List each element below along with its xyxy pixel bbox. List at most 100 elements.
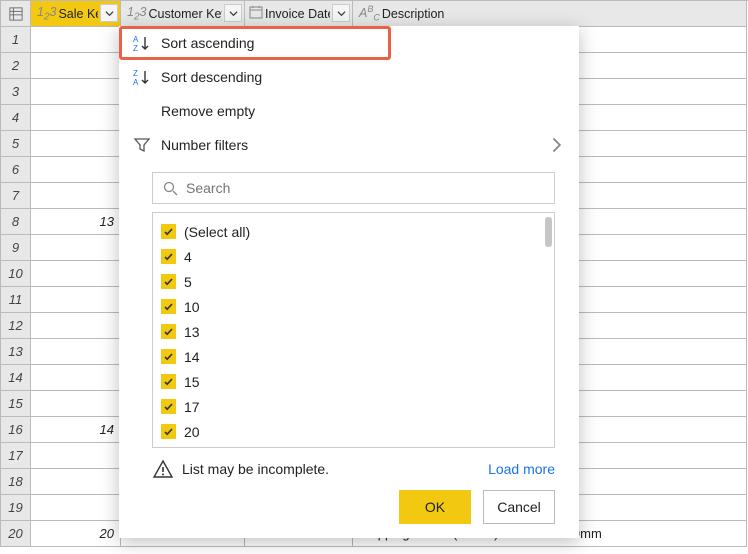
filter-icon: [133, 136, 151, 154]
type-number-icon: 123: [37, 5, 56, 23]
row-header[interactable]: 19: [1, 495, 31, 521]
search-input[interactable]: [186, 180, 544, 196]
row-header[interactable]: 12: [1, 313, 31, 339]
row-header[interactable]: 6: [1, 157, 31, 183]
option-label: 13: [184, 324, 200, 340]
cell-sale-key[interactable]: [31, 339, 121, 365]
row-header[interactable]: 16: [1, 417, 31, 443]
number-filters-item[interactable]: Number filters: [119, 128, 579, 162]
cell-sale-key[interactable]: [31, 287, 121, 313]
row-header[interactable]: 11: [1, 287, 31, 313]
filter-option[interactable]: 10: [161, 294, 546, 319]
filter-option[interactable]: 13: [161, 319, 546, 344]
filter-option[interactable]: 15: [161, 369, 546, 394]
cancel-button[interactable]: Cancel: [483, 490, 555, 524]
cell-sale-key[interactable]: [31, 261, 121, 287]
row-header[interactable]: 7: [1, 183, 31, 209]
search-icon: [163, 181, 178, 196]
type-number-icon: 123: [127, 5, 146, 23]
option-label: 14: [184, 349, 200, 365]
cell-sale-key[interactable]: [31, 105, 121, 131]
checkbox-checked-icon[interactable]: [161, 274, 176, 289]
checkbox-checked-icon[interactable]: [161, 374, 176, 389]
filter-search[interactable]: [152, 172, 555, 204]
svg-text:A: A: [133, 35, 139, 44]
cell-sale-key[interactable]: [31, 235, 121, 261]
cell-sale-key[interactable]: [31, 391, 121, 417]
cell-sale-key[interactable]: [31, 131, 121, 157]
cell-sale-key[interactable]: [31, 79, 121, 105]
svg-text:Z: Z: [133, 69, 138, 78]
row-header[interactable]: 3: [1, 79, 31, 105]
load-more-link[interactable]: Load more: [488, 461, 555, 477]
sort-desc-icon: ZA: [133, 68, 151, 86]
row-header[interactable]: 20: [1, 521, 31, 547]
row-header[interactable]: 8: [1, 209, 31, 235]
sort-descending-item[interactable]: ZA Sort descending: [119, 60, 579, 94]
option-select-all[interactable]: (Select all): [161, 219, 546, 244]
row-header[interactable]: 10: [1, 261, 31, 287]
checkbox-checked-icon[interactable]: [161, 324, 176, 339]
cell-sale-key[interactable]: 20: [31, 521, 121, 547]
cell-sale-key[interactable]: [31, 443, 121, 469]
filter-dropdown-icon[interactable]: [100, 4, 118, 22]
col-label: Invoice Date Key: [265, 7, 330, 21]
row-header[interactable]: 15: [1, 391, 31, 417]
cell-sale-key[interactable]: 13: [31, 209, 121, 235]
btn-label: Cancel: [497, 499, 541, 515]
cell-sale-key[interactable]: [31, 469, 121, 495]
cell-sale-key[interactable]: [31, 53, 121, 79]
checkbox-checked-icon[interactable]: [161, 249, 176, 264]
cell-sale-key[interactable]: [31, 183, 121, 209]
filter-option[interactable]: 20: [161, 419, 546, 444]
row-header[interactable]: 14: [1, 365, 31, 391]
svg-text:A: A: [133, 78, 139, 86]
table-corner-icon[interactable]: [1, 1, 31, 27]
btn-label: OK: [425, 499, 445, 515]
row-header[interactable]: 2: [1, 53, 31, 79]
filter-option[interactable]: 14: [161, 344, 546, 369]
row-header[interactable]: 4: [1, 105, 31, 131]
filter-option[interactable]: 17: [161, 394, 546, 419]
row-header[interactable]: 9: [1, 235, 31, 261]
col-header-sale-key[interactable]: 123 Sale Key: [31, 1, 121, 27]
col-label: Description: [382, 7, 740, 21]
row-header[interactable]: 5: [1, 131, 31, 157]
row-header[interactable]: 13: [1, 339, 31, 365]
row-header[interactable]: 18: [1, 469, 31, 495]
col-label: Customer Key: [148, 7, 222, 21]
filter-dropdown-icon[interactable]: [224, 4, 242, 22]
col-header-customer-key[interactable]: 123 Customer Key: [121, 1, 245, 27]
cell-sale-key[interactable]: [31, 157, 121, 183]
filter-panel: AZ Sort ascending ZA Sort descending Rem…: [119, 26, 579, 538]
menu-label: Sort descending: [161, 69, 262, 85]
cell-sale-key[interactable]: [31, 495, 121, 521]
checkbox-checked-icon[interactable]: [161, 399, 176, 414]
ok-button[interactable]: OK: [399, 490, 471, 524]
cell-sale-key[interactable]: 14: [31, 417, 121, 443]
sort-ascending-item[interactable]: AZ Sort ascending: [119, 26, 579, 60]
checkbox-checked-icon[interactable]: [161, 424, 176, 439]
checkbox-checked-icon[interactable]: [161, 299, 176, 314]
cell-sale-key[interactable]: [31, 313, 121, 339]
checkbox-checked-icon[interactable]: [161, 349, 176, 364]
col-header-invoice-date[interactable]: Invoice Date Key: [245, 1, 353, 27]
chevron-right-icon: [547, 136, 565, 154]
menu-label: Remove empty: [161, 103, 255, 119]
filter-options-list[interactable]: (Select all) 4510 13 14 15 17 20: [152, 212, 555, 448]
checkbox-checked-icon[interactable]: [161, 224, 176, 239]
sort-asc-icon: AZ: [133, 34, 151, 52]
cell-sale-key[interactable]: [31, 27, 121, 53]
option-label: 15: [184, 374, 200, 390]
filter-option[interactable]: 5: [161, 269, 546, 294]
filter-dropdown-icon[interactable]: [332, 4, 350, 22]
filter-option[interactable]: 4: [161, 244, 546, 269]
col-header-description[interactable]: ABC Description: [353, 1, 747, 27]
scrollbar-thumb[interactable]: [545, 217, 552, 247]
remove-empty-item[interactable]: Remove empty: [119, 94, 579, 128]
warning-icon: [152, 458, 174, 480]
row-header[interactable]: 1: [1, 27, 31, 53]
row-header[interactable]: 17: [1, 443, 31, 469]
option-label: 17: [184, 399, 200, 415]
cell-sale-key[interactable]: [31, 365, 121, 391]
